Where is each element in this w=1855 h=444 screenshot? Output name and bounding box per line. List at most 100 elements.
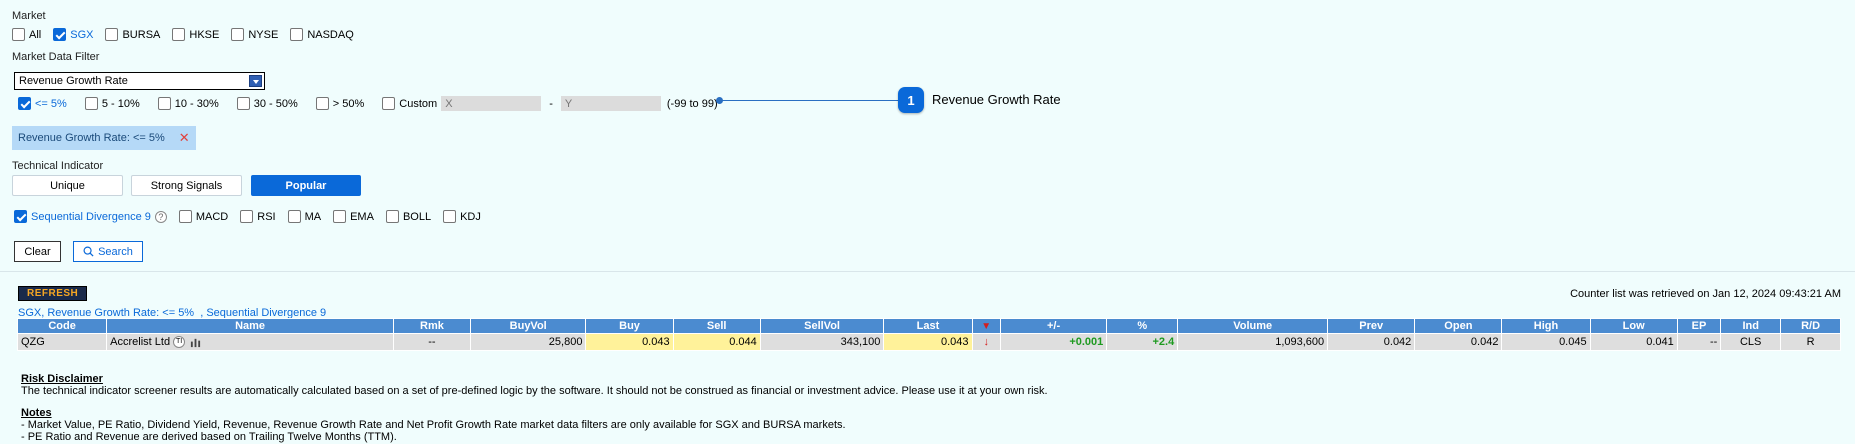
cell-last: 0.043 bbox=[883, 333, 973, 351]
col-open[interactable]: Open bbox=[1414, 318, 1503, 334]
range-option-lte-5[interactable]: <= 5% bbox=[18, 97, 67, 110]
cell-rmk: -- bbox=[392, 333, 471, 351]
chart-icon[interactable] bbox=[190, 337, 201, 348]
custom-x-input[interactable] bbox=[441, 96, 542, 111]
col-last[interactable]: Last bbox=[883, 318, 973, 334]
checkbox-icon[interactable] bbox=[172, 28, 186, 41]
indicator-options: Sequential Divergence 9 ? MACD RSI MA EM… bbox=[14, 210, 493, 223]
cell-change: +0.001 bbox=[999, 333, 1108, 351]
checkbox-icon[interactable] bbox=[385, 210, 399, 223]
checkbox-icon[interactable] bbox=[382, 97, 396, 110]
range-option-5-10[interactable]: 5 - 10% bbox=[84, 97, 140, 110]
col-prev[interactable]: Prev bbox=[1327, 318, 1416, 334]
cell-name[interactable]: Accrelist Ltd TI bbox=[106, 333, 394, 351]
checkbox-checked-icon[interactable] bbox=[14, 210, 27, 223]
checkbox-checked-icon[interactable] bbox=[53, 28, 67, 41]
cell-open: 0.042 bbox=[1414, 333, 1503, 351]
table-row[interactable]: QZG Accrelist Ltd TI -- 25,800 0.043 0.0… bbox=[16, 333, 1841, 351]
cell-code[interactable]: QZG bbox=[16, 333, 108, 351]
cell-buyvol: 25,800 bbox=[469, 333, 587, 351]
indicator-rsi[interactable]: RSI bbox=[240, 210, 276, 223]
callout-line bbox=[719, 100, 899, 101]
callout-text: Revenue Growth Rate bbox=[932, 92, 1061, 107]
search-icon bbox=[83, 246, 94, 257]
active-filter-label: Revenue Growth Rate: <= 5% bbox=[18, 132, 165, 144]
custom-y-input[interactable] bbox=[560, 96, 661, 111]
note-item: - PE Ratio and Revenue are derived based… bbox=[21, 431, 397, 443]
indicator-boll[interactable]: BOLL bbox=[385, 210, 431, 223]
market-data-filter-label: Market Data Filter bbox=[12, 51, 100, 63]
col-sellvol[interactable]: SellVol bbox=[759, 318, 885, 334]
checkbox-icon[interactable] bbox=[315, 97, 329, 110]
col-name[interactable]: Name bbox=[106, 318, 394, 334]
indicator-macd[interactable]: MACD bbox=[178, 210, 228, 223]
clear-button[interactable]: Clear bbox=[14, 241, 61, 262]
range-option-gt-50[interactable]: > 50% bbox=[315, 97, 364, 110]
col-rd[interactable]: R/D bbox=[1780, 318, 1841, 334]
range-option-30-50[interactable]: 30 - 50% bbox=[236, 97, 298, 110]
range-option-10-30[interactable]: 10 - 30% bbox=[157, 97, 219, 110]
checkbox-icon[interactable] bbox=[236, 97, 250, 110]
tab-strong-signals[interactable]: Strong Signals bbox=[131, 175, 242, 196]
market-option-hkse[interactable]: HKSE bbox=[172, 28, 219, 41]
col-high[interactable]: High bbox=[1501, 318, 1591, 334]
checkbox-icon[interactable] bbox=[290, 28, 304, 41]
col-buy[interactable]: Buy bbox=[585, 318, 674, 334]
indicator-ma[interactable]: MA bbox=[287, 210, 321, 223]
market-label: Market bbox=[12, 10, 46, 22]
risk-disclaimer-text: The technical indicator screener results… bbox=[21, 385, 1048, 397]
table-header-row: Code Name Rmk BuyVol Buy Sell SellVol La… bbox=[16, 318, 1841, 334]
col-ep[interactable]: EP bbox=[1676, 318, 1722, 334]
callout-dot bbox=[716, 97, 723, 104]
refresh-button[interactable]: REFRESH bbox=[18, 286, 88, 301]
tab-unique[interactable]: Unique bbox=[12, 175, 123, 196]
checkbox-icon[interactable] bbox=[105, 28, 119, 41]
range-option-custom[interactable]: Custom bbox=[382, 97, 437, 110]
notes-title: Notes bbox=[21, 407, 52, 419]
note-item: - Market Value, PE Ratio, Dividend Yield… bbox=[21, 419, 846, 431]
checkbox-icon[interactable] bbox=[240, 210, 254, 223]
cell-pct: +2.4 bbox=[1106, 333, 1179, 351]
market-option-sgx[interactable]: SGX bbox=[53, 28, 93, 41]
col-ind[interactable]: Ind bbox=[1720, 318, 1782, 334]
checkbox-icon[interactable] bbox=[12, 28, 25, 41]
market-option-nyse[interactable]: NYSE bbox=[231, 28, 278, 41]
col-sell[interactable]: Sell bbox=[672, 318, 761, 334]
col-pct[interactable]: % bbox=[1106, 318, 1179, 334]
chevron-down-icon[interactable] bbox=[249, 75, 262, 87]
checkbox-icon[interactable] bbox=[231, 28, 245, 41]
checkbox-icon[interactable] bbox=[333, 210, 347, 223]
checkbox-checked-icon[interactable] bbox=[18, 97, 31, 110]
arrow-down-icon: ▼ bbox=[981, 321, 992, 332]
ti-icon[interactable]: TI bbox=[173, 336, 186, 349]
col-trend[interactable]: ▼ bbox=[971, 318, 1001, 334]
range-dash: - bbox=[549, 97, 553, 110]
checkbox-icon[interactable] bbox=[443, 210, 457, 223]
indicator-ema[interactable]: EMA bbox=[333, 210, 374, 223]
close-icon[interactable]: ✕ bbox=[179, 130, 190, 146]
results-table: Code Name Rmk BuyVol Buy Sell SellVol La… bbox=[16, 318, 1841, 351]
col-code[interactable]: Code bbox=[16, 318, 108, 334]
counter-name[interactable]: Accrelist Ltd bbox=[110, 336, 170, 348]
checkbox-icon[interactable] bbox=[178, 210, 192, 223]
indicator-kdj[interactable]: KDJ bbox=[443, 210, 481, 223]
help-icon[interactable]: ? bbox=[154, 210, 167, 223]
checkbox-icon[interactable] bbox=[287, 210, 301, 223]
market-option-all[interactable]: All bbox=[12, 28, 41, 41]
checkbox-icon[interactable] bbox=[157, 97, 171, 110]
market-option-nasdaq[interactable]: NASDAQ bbox=[290, 28, 354, 41]
col-buyvol[interactable]: BuyVol bbox=[469, 318, 587, 334]
cell-prev: 0.042 bbox=[1327, 333, 1416, 351]
search-button[interactable]: Search bbox=[73, 241, 143, 262]
col-low[interactable]: Low bbox=[1589, 318, 1678, 334]
indicator-sequential-divergence-9[interactable]: Sequential Divergence 9 bbox=[14, 210, 151, 223]
col-rmk[interactable]: Rmk bbox=[392, 318, 471, 334]
col-change[interactable]: +/- bbox=[999, 318, 1108, 334]
col-volume[interactable]: Volume bbox=[1177, 318, 1329, 334]
cell-buy: 0.043 bbox=[585, 333, 674, 351]
tab-popular[interactable]: Popular bbox=[251, 175, 361, 196]
checkbox-icon[interactable] bbox=[84, 97, 98, 110]
market-option-bursa[interactable]: BURSA bbox=[105, 28, 160, 41]
select-value: Revenue Growth Rate bbox=[19, 75, 128, 87]
market-data-filter-select[interactable]: Revenue Growth Rate bbox=[14, 72, 265, 90]
